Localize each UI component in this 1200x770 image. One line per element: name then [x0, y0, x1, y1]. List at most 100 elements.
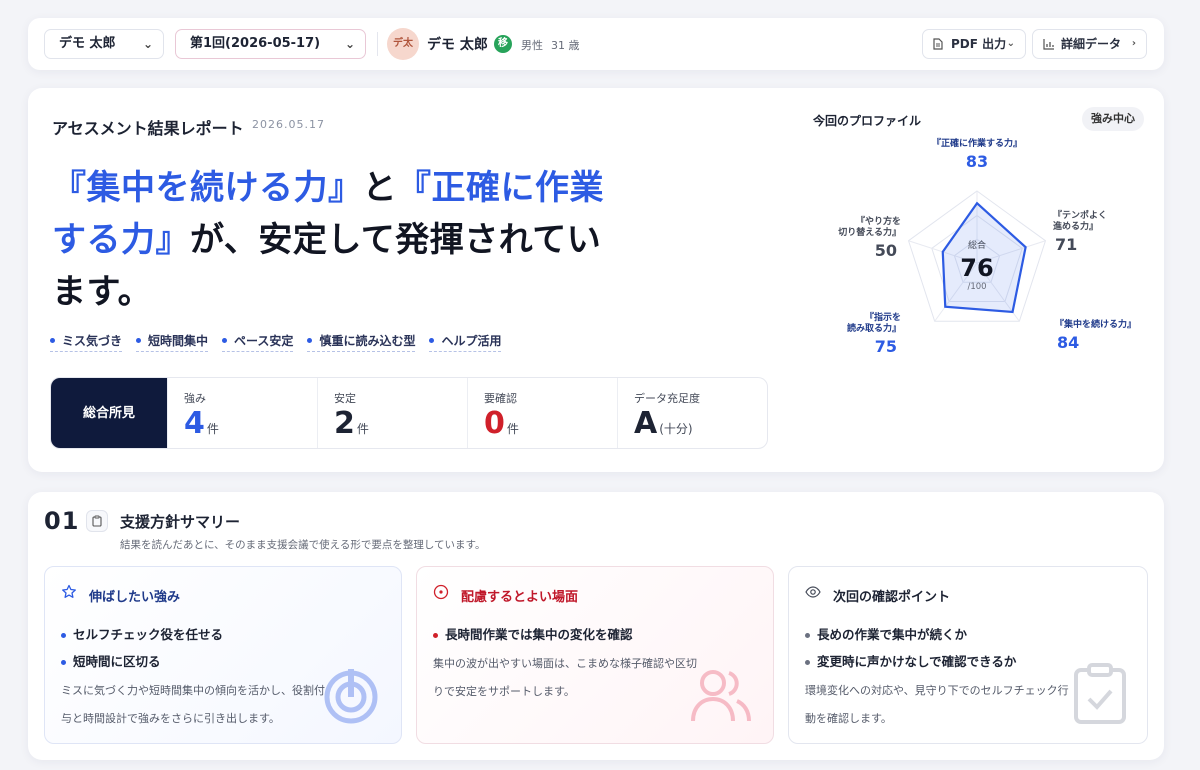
radar-axis-score: 75	[875, 337, 897, 356]
radar-axis-label: 読み取る力』	[847, 322, 901, 334]
tag[interactable]: ペース安定	[222, 332, 294, 352]
top-bar: デモ 太郎 ⌄ 第1回(2026-05-17) ⌄ デ太 デモ 太郎 移 男性 …	[28, 18, 1164, 70]
report-date: 2026.05.17	[252, 118, 325, 131]
radar-axis-label: 進める力』	[1053, 220, 1098, 232]
radar-center-max: /100	[967, 282, 986, 292]
stat-needs-check: 要確認 0件	[467, 378, 617, 448]
stat-unit: 件	[356, 422, 369, 436]
people-icon	[691, 670, 751, 722]
card-title: 配慮するとよい場面	[461, 590, 579, 605]
stat-label: 強み	[184, 392, 206, 405]
stat-label: データ充足度	[634, 392, 700, 405]
radar-center-value: 76	[960, 254, 993, 282]
detail-data-label: 詳細データ	[1061, 37, 1122, 51]
stat-value-wrap: 4件	[184, 406, 219, 441]
stat-strength: 強み 4件	[167, 378, 317, 448]
headline: 『集中を続ける力』と『正確に作業する力』が、安定して発揮されています。	[52, 162, 632, 318]
chevron-down-icon: ⌄	[1006, 38, 1015, 49]
card-title: 次回の確認ポイント	[833, 590, 951, 605]
card-list: セルフチェック役を任せる 短時間に区切る	[61, 621, 223, 675]
clipboard-icon	[86, 510, 108, 532]
radar-axis-label: 『やり方を	[856, 215, 901, 227]
stat-value-wrap: 0件	[484, 406, 519, 441]
target-icon	[433, 584, 449, 604]
radar-axis-label: 『集中を続ける力』	[1055, 318, 1136, 330]
chevron-down-icon: ⌄	[142, 37, 153, 51]
report-card: アセスメント結果レポート 2026.05.17 『集中を続ける力』と『正確に作業…	[28, 88, 1164, 472]
strength-card: 伸ばしたい強み セルフチェック役を任せる 短時間に区切る ミスに気づく力や短時間…	[44, 566, 402, 744]
growth-chart-icon	[324, 669, 378, 724]
stat-value-wrap: A (十分)	[634, 406, 693, 441]
stat-value: A	[634, 406, 658, 441]
tag[interactable]: 短時間集中	[136, 332, 209, 352]
stat-unit: (十分)	[659, 422, 693, 436]
document-icon	[933, 30, 943, 61]
card-list: 長時間作業では集中の変化を確認	[433, 621, 633, 648]
list-item: 変更時に声かけなしで確認できるか	[805, 648, 1016, 675]
radar-axis-score: 84	[1057, 333, 1079, 352]
radar-axis-label: 切り替える力』	[838, 226, 901, 238]
stat-value: 0	[484, 406, 505, 441]
star-icon	[61, 584, 77, 604]
stat-value: 2	[334, 406, 355, 441]
radar-axis-label: 『指示を	[865, 311, 901, 323]
radar-axis-label: 『テンポよく	[1053, 209, 1107, 221]
section-number: 01	[44, 507, 80, 535]
stat-unit: 件	[506, 422, 519, 436]
stat-unit: 件	[206, 422, 219, 436]
summary-label: 総合所見	[51, 378, 167, 448]
stat-label: 要確認	[484, 392, 517, 405]
stat-stable: 安定 2件	[317, 378, 467, 448]
section-subtitle: 結果を読んだあとに、そのまま支援会議で使える形で要点を整理しています。	[120, 539, 486, 551]
chevron-down-icon: ⌄	[344, 37, 355, 51]
stat-value: 4	[184, 406, 205, 441]
stat-value-wrap: 2件	[334, 406, 369, 441]
user-gender: 男性	[521, 39, 543, 52]
radar-axis-score: 83	[966, 152, 988, 171]
chevron-right-icon: ›	[1131, 38, 1136, 49]
card-description: 環境変化への対応や、見守り下でのセルフチェック行動を確認します。	[805, 684, 1069, 725]
report-title: アセスメント結果レポート	[52, 119, 244, 138]
avatar: デ太	[387, 28, 419, 60]
stat-data-sufficiency: データ充足度 A (十分)	[617, 378, 767, 448]
bar-chart-icon	[1043, 30, 1055, 61]
user-age: 31 歳	[551, 39, 580, 52]
stat-label: 安定	[334, 392, 356, 405]
pdf-export-button[interactable]: PDF 出力 ⌄	[922, 29, 1026, 59]
user-select-value: デモ 太郎	[59, 36, 116, 51]
tag[interactable]: 慎重に読み込む型	[307, 332, 416, 352]
list-item: 短時間に区切る	[61, 648, 223, 675]
user-select[interactable]: デモ 太郎 ⌄	[44, 29, 164, 59]
session-select-value: 第1回(2026-05-17)	[190, 36, 321, 51]
tag[interactable]: ヘルプ活用	[429, 332, 502, 352]
list-item: 長めの作業で集中が続くか	[805, 621, 1016, 648]
user-name: デモ 太郎	[427, 37, 488, 53]
list-item: 長時間作業では集中の変化を確認	[433, 621, 633, 648]
tag-list: ミス気づき 短時間集中 ペース安定 慎重に読み込む型 ヘルプ活用	[50, 332, 502, 352]
card-list: 長めの作業で集中が続くか 変更時に声かけなしで確認できるか	[805, 621, 1016, 675]
radar-axis-label: 『正確に作業する力』	[932, 137, 1022, 149]
pdf-export-label: PDF 出力	[951, 37, 1007, 51]
profile-title: 今回のプロファイル	[813, 114, 922, 128]
summary-stats: 総合所見 強み 4件 安定 2件 要確認 0件 データ充足度 A (十分)	[50, 377, 768, 449]
status-badge: 移	[494, 35, 512, 53]
radar-chart: 『正確に作業する力』 83 『テンポよく進める力』 71 『集中を続ける力』 84 『指示を…	[838, 137, 1136, 356]
support-summary-section: 01 支援方針サマリー 結果を読んだあとに、そのまま支援会議で使える形で要点を整…	[28, 492, 1164, 760]
care-scene-card: 配慮するとよい場面 長時間作業では集中の変化を確認 集中の波が出やすい場面は、こ…	[416, 566, 774, 744]
session-select[interactable]: 第1回(2026-05-17) ⌄	[175, 29, 366, 59]
next-check-card: 次回の確認ポイント 長めの作業で集中が続くか 変更時に声かけなしで確認できるか …	[788, 566, 1148, 744]
detail-data-button[interactable]: 詳細データ ›	[1032, 29, 1147, 59]
card-title: 伸ばしたい強み	[89, 590, 181, 605]
headline-connector: と	[362, 168, 397, 208]
radar-axis-score: 71	[1055, 235, 1077, 254]
headline-highlight: 『集中を続ける力』	[52, 168, 363, 208]
card-description: 集中の波が出やすい場面は、こまめな様子確認や区切りで安定をサポートします。	[433, 657, 697, 698]
list-item: セルフチェック役を任せる	[61, 621, 223, 648]
tag[interactable]: ミス気づき	[50, 332, 123, 352]
clipboard-check-icon	[1074, 663, 1126, 724]
card-description: ミスに気づく力や短時間集中の傾向を活かし、役割付与と時間設計で強みをさらに引き出…	[61, 684, 325, 725]
eye-icon	[805, 584, 821, 604]
divider	[377, 32, 378, 56]
radar-center-label: 総合	[968, 239, 986, 251]
section-title: 支援方針サマリー	[120, 513, 241, 531]
